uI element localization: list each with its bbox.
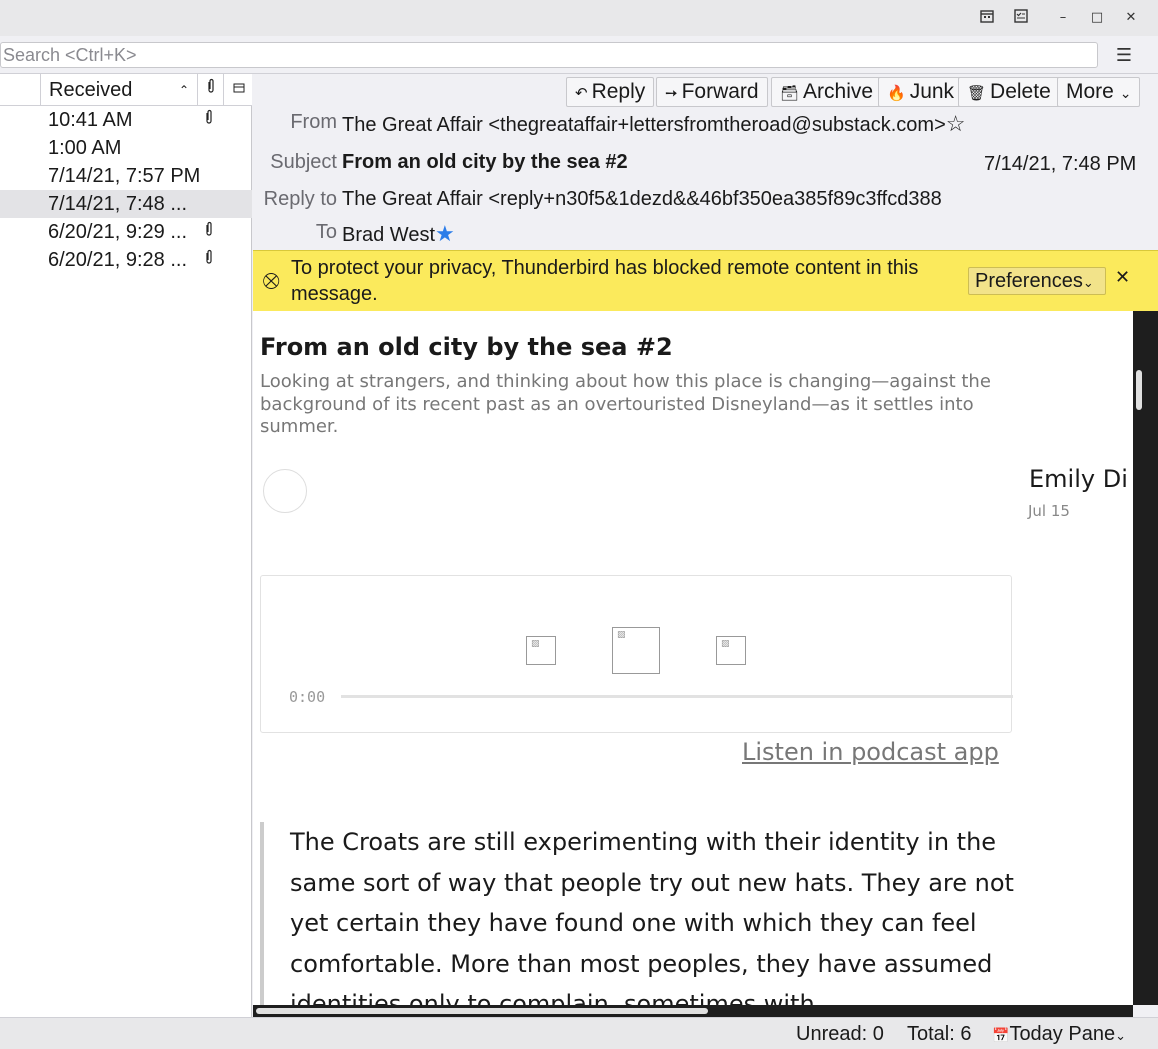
column-received[interactable]: Received ⌃ [40, 74, 198, 106]
preferences-button[interactable]: Preferences⌄ [968, 267, 1106, 295]
more-button[interactable]: More ⌄ [1057, 77, 1141, 107]
junk-button[interactable]: 🔥 Junk [878, 77, 964, 107]
thread-row-date: 7/14/21, 7:48 ... [48, 193, 187, 215]
remote-content-notification: ⛒ To protect your privacy, Thunderbird h… [253, 250, 1158, 311]
paperclip-icon [204, 218, 214, 246]
chevron-down-icon: ⌄ [1115, 1028, 1126, 1043]
today-pane-label: Today Pane [1009, 1023, 1116, 1045]
column-picker-icon [233, 83, 245, 97]
blockquote: The Croats are still experimenting with … [260, 822, 1040, 1005]
column-picker[interactable] [226, 74, 252, 106]
close-icon[interactable]: ✕ [1121, 8, 1141, 28]
junk-label: Junk [909, 80, 955, 103]
replyto-label: Reply to [263, 188, 337, 210]
sort-ascending-icon: ⌃ [178, 83, 189, 97]
from-value[interactable]: The Great Affair <thegreataffair+letters… [342, 111, 966, 137]
player-time: 0:00 [289, 688, 326, 706]
blocked-content-icon: ⛒ [263, 271, 280, 290]
search-bar: Search <Ctrl+K> ☰ [0, 36, 1158, 74]
thread-row[interactable]: 6/20/21, 9:29 ... [0, 218, 252, 246]
reply-icon: ↶ [575, 85, 588, 102]
reply-button[interactable]: ↶ Reply [566, 77, 655, 107]
forward-icon: ➙ [665, 85, 678, 102]
trash-icon: 🗑 [967, 85, 987, 102]
replyto-value[interactable]: The Great Affair <reply+n30f5&1dezd&&46b… [342, 188, 976, 211]
delete-label: Delete [990, 80, 1051, 103]
thread-row-date: 1:00 AM [48, 137, 122, 159]
thread-column-header: Received ⌃ [0, 74, 252, 106]
paperclip-icon [206, 78, 216, 98]
minimize-icon[interactable]: – [1053, 8, 1073, 28]
thread-row-date: 6/20/21, 9:29 ... [48, 221, 187, 243]
thread-row[interactable]: 6/20/21, 9:28 ... [0, 246, 252, 274]
subject-label: Subject [270, 151, 337, 173]
tasks-icon[interactable] [1011, 8, 1031, 28]
total-count: Total: 6 [907, 1023, 972, 1045]
from-address[interactable]: The Great Affair <thegreataffair+letters… [342, 114, 946, 136]
listen-podcast-link[interactable]: Listen in podcast app [742, 738, 999, 766]
paperclip-icon [204, 246, 214, 274]
message-body: From an old city by the sea #2 Looking a… [253, 311, 1133, 1005]
chevron-down-icon: ⌄ [1119, 85, 1132, 101]
calendar-icon[interactable] [977, 8, 997, 28]
to-recipient[interactable]: Brad West [342, 224, 435, 246]
search-input[interactable]: Search <Ctrl+K> [0, 42, 1098, 68]
message-date: 7/14/21, 7:48 PM [984, 153, 1137, 175]
restore-icon[interactable]: □ [1087, 8, 1107, 28]
app-menu-icon[interactable]: ☰ [1112, 44, 1136, 68]
junk-icon: 🔥 [887, 85, 906, 102]
star-icon[interactable]: ☆ [946, 111, 966, 136]
broken-image-icon[interactable]: ▨ [526, 636, 556, 665]
star-filled-icon[interactable]: ★ [435, 221, 455, 246]
message-header: ↶ Reply ➙ Forward 🗃 Archive 🔥 Junk 🗑 Delete M… [253, 74, 1158, 250]
status-bar: Unread: 0 Total: 6 📅Today Pane⌄ [0, 1017, 1158, 1049]
publish-date: Jul 15 [1028, 502, 1070, 520]
broken-image-icon[interactable]: ▨ [612, 627, 660, 674]
chevron-down-icon: ⌄ [1082, 275, 1094, 290]
archive-button[interactable]: 🗃 Archive [771, 77, 883, 107]
forward-label: Forward [681, 80, 759, 103]
from-label: From [290, 111, 337, 133]
column-attachment[interactable] [198, 74, 224, 106]
subject-value: From an old city by the sea #2 [342, 151, 628, 173]
horizontal-scroll-thumb[interactable] [256, 1008, 708, 1014]
thread-row[interactable]: 7/14/21, 7:57 PM [0, 162, 252, 190]
player-progress-track[interactable] [341, 695, 1013, 698]
today-pane-toggle[interactable]: 📅Today Pane⌄ [992, 1018, 1126, 1049]
thread-row[interactable]: 1:00 AM [0, 134, 252, 162]
forward-button[interactable]: ➙ Forward [656, 77, 768, 107]
unread-count: Unread: 0 [796, 1023, 884, 1045]
title-bar: – □ ✕ [0, 0, 1158, 36]
close-icon[interactable]: ✕ [1115, 267, 1130, 288]
thread-pane: Received ⌃ 10:41 AM 1:00 AM 7/14/21, 7:57 … [0, 74, 252, 1018]
to-label: To [315, 221, 337, 243]
paperclip-icon [204, 106, 214, 134]
audio-player: ▨ ▨ ▨ 0:00 [260, 575, 1013, 733]
avatar [263, 469, 307, 513]
preferences-label: Preferences [975, 270, 1083, 292]
to-value[interactable]: Brad West★ [342, 221, 455, 247]
article-title: From an old city by the sea #2 [260, 333, 673, 361]
reply-label: Reply [591, 80, 646, 103]
archive-label: Archive [803, 80, 874, 103]
calendar-icon: 📅 [992, 1027, 1010, 1043]
thread-row[interactable]: 10:41 AM [0, 106, 252, 134]
thread-row-date: 10:41 AM [48, 109, 133, 131]
broken-image-icon[interactable]: ▨ [716, 636, 746, 665]
archive-icon: 🗃 [780, 85, 800, 102]
thread-row-date: 7/14/21, 7:57 PM [48, 165, 201, 187]
vertical-scroll-thumb[interactable] [1136, 370, 1142, 410]
delete-button[interactable]: 🗑 Delete [958, 77, 1060, 107]
article-subtitle: Looking at strangers, and thinking about… [260, 371, 991, 437]
column-received-label: Received [49, 79, 133, 101]
author-name[interactable]: Emily Di [1029, 465, 1128, 493]
thread-row-date: 6/20/21, 9:28 ... [48, 249, 187, 271]
thread-row[interactable]: 7/14/21, 7:48 ... [0, 190, 252, 218]
vertical-scrollbar[interactable] [1133, 311, 1158, 1005]
notification-text: To protect your privacy, Thunderbird has… [291, 257, 919, 305]
more-label: More [1066, 80, 1114, 103]
